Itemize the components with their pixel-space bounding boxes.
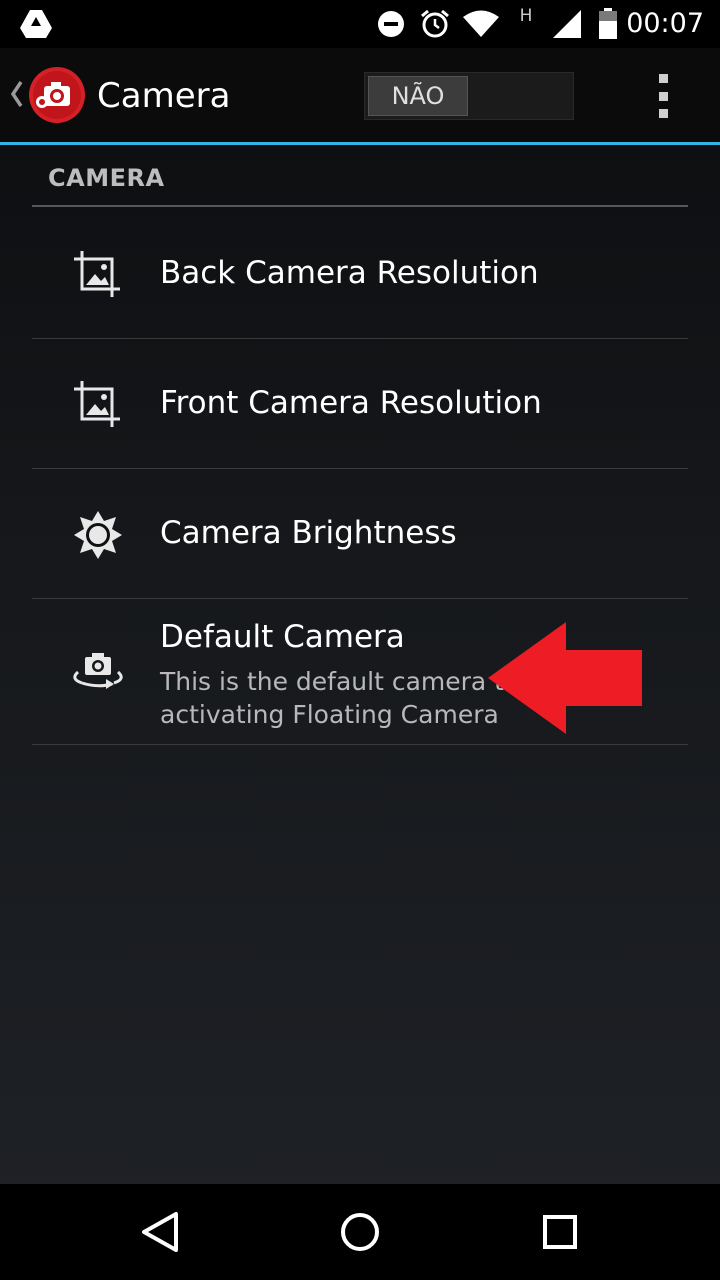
status-bar: H 00:07 <box>0 0 720 48</box>
pref-back-camera-resolution[interactable]: Back Camera Resolution <box>0 207 720 339</box>
app-logo-icon[interactable] <box>28 66 86 124</box>
signal-icon <box>550 0 584 48</box>
action-bar: Camera NÃO <box>0 48 720 142</box>
pref-title: Camera Brightness <box>160 515 457 551</box>
pref-title: Back Camera Resolution <box>160 255 539 291</box>
pref-title: Front Camera Resolution <box>160 385 542 421</box>
toggle-label: NÃO <box>368 76 468 116</box>
home-icon[interactable] <box>330 1202 390 1262</box>
alarm-icon <box>418 0 452 48</box>
pref-camera-brightness[interactable]: Camera Brightness <box>0 469 720 599</box>
navigation-bar <box>0 1184 720 1280</box>
status-time: 00:07 <box>626 8 704 39</box>
master-toggle[interactable]: NÃO <box>364 72 574 120</box>
page-title: Camera <box>97 76 231 116</box>
drive-icon <box>18 0 54 48</box>
brightness-icon <box>74 511 122 559</box>
crop-icon <box>74 381 120 427</box>
red-arrow-icon <box>488 622 642 734</box>
pref-title: Default Camera <box>160 619 405 655</box>
action-bar-divider <box>0 142 720 145</box>
recents-icon[interactable] <box>530 1202 590 1262</box>
switch-camera-icon <box>73 653 123 689</box>
network-h-icon: H <box>519 6 533 26</box>
up-caret-icon[interactable] <box>6 76 26 112</box>
wifi-icon <box>462 0 500 48</box>
row-divider <box>32 744 688 745</box>
pref-front-camera-resolution[interactable]: Front Camera Resolution <box>0 339 720 469</box>
overflow-menu-icon[interactable] <box>650 74 676 118</box>
battery-icon <box>596 0 620 48</box>
back-icon[interactable] <box>130 1202 190 1262</box>
crop-icon <box>74 251 120 297</box>
do-not-disturb-icon <box>376 0 406 48</box>
category-title: CAMERA <box>48 164 165 192</box>
